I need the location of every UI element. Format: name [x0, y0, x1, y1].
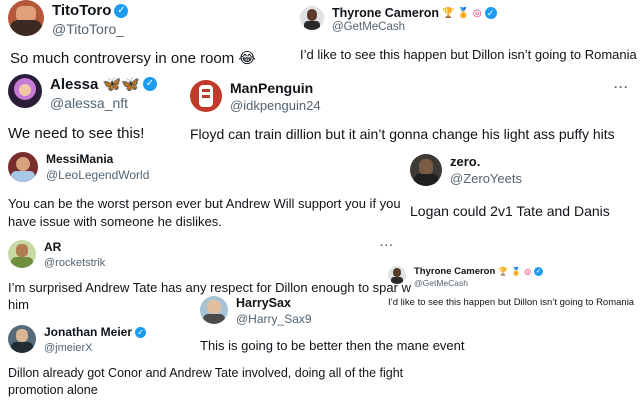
display-name[interactable]: AR	[44, 240, 105, 254]
tweet-header: HarrySax @Harry_Sax9	[200, 296, 312, 326]
verified-check-icon: ✓	[534, 267, 544, 276]
tweet-text: So much controversy in one room 😂	[10, 50, 256, 67]
target-icon: ◎	[472, 7, 482, 19]
tweet-text: This is going to be better then the mane…	[200, 338, 465, 353]
verified-check-icon: ✓	[484, 7, 497, 19]
user-handle[interactable]: @idkpenguin24	[230, 98, 321, 113]
avatar[interactable]	[200, 296, 228, 324]
tweet-text: I’d like to see this happen but Dillon i…	[388, 297, 635, 308]
user-handle[interactable]: @TitoToro_	[52, 21, 128, 37]
avatar[interactable]	[8, 74, 42, 108]
avatar[interactable]	[190, 80, 222, 112]
tweet-header: zero. @ZeroYeets	[410, 154, 522, 186]
display-name[interactable]: Alessa 🦋🦋	[50, 75, 140, 93]
display-name[interactable]: ManPenguin	[230, 80, 321, 96]
tweet-header: MessiMania @LeoLegendWorld	[8, 152, 149, 182]
trophy-icon: 🏆	[498, 267, 509, 276]
display-name[interactable]: HarrySax	[236, 296, 312, 310]
medal-icon: 🏅	[457, 7, 470, 19]
tweet-text-line: Dillon already got Conor and Andrew Tate…	[8, 366, 404, 380]
display-name[interactable]: Thyrone Cameron	[414, 266, 495, 277]
tweet-text: I’d like to see this happen but Dillon i…	[300, 47, 637, 62]
tweet-text-line: have issue with someone he dislikes.	[8, 214, 222, 229]
tweet-text: Floyd can train dillion but it ain’t gon…	[190, 126, 615, 142]
avatar[interactable]	[8, 325, 36, 353]
user-handle[interactable]: @ZeroYeets	[450, 171, 522, 186]
tweet-text: Logan could 2v1 Tate and Danis	[410, 203, 610, 219]
avatar[interactable]	[8, 240, 36, 268]
trophy-icon: 🏆	[441, 7, 455, 19]
tweet-text-line: him	[8, 297, 29, 312]
user-handle[interactable]: @jmeierX	[44, 342, 146, 354]
display-name[interactable]: TitoToro	[52, 2, 111, 19]
avatar[interactable]	[8, 0, 44, 36]
user-handle[interactable]: @rocketstrik	[44, 257, 105, 269]
tweet-header: Thyrone Cameron 🏆 🏅 ◎ ✓ @GetMeCash	[300, 6, 497, 33]
tweet-header: AR @rocketstrik	[8, 240, 105, 269]
user-handle[interactable]: @LeoLegendWorld	[46, 168, 149, 182]
more-options-icon[interactable]: ···	[380, 240, 394, 252]
tweet-text: We need to see this!	[8, 125, 145, 142]
display-name[interactable]: Thyrone Cameron	[332, 6, 439, 20]
medal-icon: 🏅	[511, 267, 522, 276]
user-handle[interactable]: @GetMeCash	[332, 21, 497, 33]
avatar[interactable]	[410, 154, 442, 186]
tweet-header: Thyrone Cameron 🏆 🏅 ◎ ✓ @GetMeCash	[388, 266, 544, 288]
tweet-text-line: I’m surprised Andrew Tate has any respec…	[8, 280, 411, 295]
target-icon: ◎	[524, 267, 532, 276]
verified-check-icon: ✓	[114, 3, 129, 18]
tweet-header: ManPenguin @idkpenguin24	[190, 80, 321, 113]
tweet-header: TitoToro ✓ @TitoToro_	[8, 0, 129, 37]
verified-check-icon: ✓	[135, 326, 147, 338]
verified-check-icon: ✓	[142, 77, 157, 91]
user-handle[interactable]: @alessa_nft	[50, 95, 157, 111]
tweet-header: Jonathan Meier ✓ @jmeierX	[8, 325, 147, 354]
tweet-header: Alessa 🦋🦋 ✓ @alessa_nft	[8, 74, 157, 111]
display-name[interactable]: zero.	[450, 154, 522, 169]
avatar[interactable]	[300, 6, 324, 30]
avatar[interactable]	[8, 152, 38, 182]
avatar[interactable]	[388, 266, 406, 284]
tweet-text-line: You can be the worst person ever but And…	[8, 196, 401, 211]
display-name[interactable]: MessiMania	[46, 152, 149, 166]
tweet-text-line: promotion alone	[8, 383, 98, 397]
more-options-icon[interactable]: ···	[614, 80, 629, 94]
user-handle[interactable]: @Harry_Sax9	[236, 312, 312, 326]
user-handle[interactable]: @GetMeCash	[414, 278, 543, 288]
display-name[interactable]: Jonathan Meier	[44, 325, 132, 339]
